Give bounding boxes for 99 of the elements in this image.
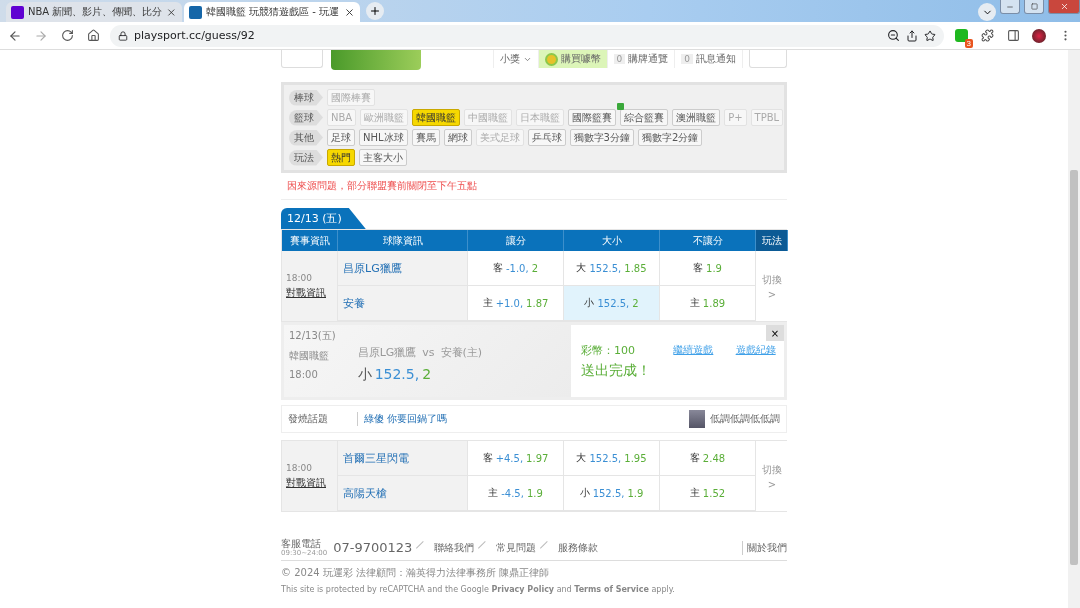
count-badge: 0 (681, 54, 693, 64)
filter-chip[interactable]: 足球 (327, 129, 355, 146)
notice-text: 因來源問題，部分聯盟賽前關閉至下午五點 (281, 173, 787, 200)
team-name: 昌原LG獵鷹 (338, 251, 468, 286)
filter-chip[interactable]: 韓國職籃 (412, 109, 461, 126)
maximize-button[interactable] (1024, 0, 1044, 14)
chat-icon (954, 29, 968, 42)
status-message: 送出完成！ (581, 361, 652, 380)
category-label: 棒球 (289, 89, 323, 106)
odds-cell[interactable]: 小 152.5, 2 (564, 286, 660, 321)
phone-number: 07-9700123 (333, 540, 413, 555)
close-button[interactable]: × (766, 325, 784, 341)
puzzle-icon (980, 29, 994, 42)
copyright-text: © 2024 玩運彩 法律顧問：瀚英得力法律事務所 陳鼎正律師 (281, 566, 551, 580)
user-avatar (689, 410, 705, 428)
footer-link[interactable]: 服務條款 (558, 540, 599, 555)
ticket-date: 12/13(五) (289, 329, 336, 343)
bookmark-star-icon[interactable] (924, 29, 936, 42)
odds-cell[interactable]: 主 1.89 (660, 286, 756, 321)
close-icon[interactable] (344, 6, 355, 18)
coin-icon (544, 52, 558, 66)
topic-link[interactable]: 綠傻 你要回鍋了嗎 (364, 412, 448, 426)
odds-cell[interactable]: 客 2.48 (660, 441, 756, 476)
scrollbar[interactable] (1068, 50, 1080, 608)
column-header: 讓分 (468, 230, 564, 251)
column-header: 大小 (564, 230, 660, 251)
filter-chip[interactable]: 主客大小 (359, 149, 407, 166)
category-label: 其他 (289, 129, 323, 146)
address-bar[interactable]: playsport.cc/guess/92 (110, 24, 944, 47)
team-name: 首爾三星閃電 (338, 441, 468, 476)
filter-chip[interactable]: 網球 (443, 129, 472, 146)
close-icon[interactable] (166, 6, 177, 18)
team-name: 高陽天槍 (338, 476, 468, 511)
user-name: 低調低調低低調 (710, 412, 780, 426)
filter-chip[interactable]: 乒乓球 (527, 129, 566, 146)
bet-pick: 小 152.5, 2 (357, 366, 433, 384)
column-header: 玩法 (756, 230, 788, 251)
column-header: 球隊資訊 (338, 230, 468, 251)
side-panel-icon (1006, 29, 1020, 42)
odds-cell[interactable]: 主 1.52 (660, 476, 756, 511)
match-info-link[interactable]: 對戰資訊 (286, 475, 337, 490)
lock-icon (118, 30, 128, 41)
ticket-time: 18:00 (289, 369, 319, 380)
away-team: 昌原LG獵鷹 (357, 345, 417, 360)
recaptcha-text: This site is protected by reCAPTCHA and the Google Privacy Policy and Terms of Service apply. (281, 585, 676, 594)
footer-link[interactable]: 聯絡我們 (434, 540, 475, 555)
home-icon (86, 29, 100, 42)
team-name: 安養 (338, 286, 468, 321)
odds-cell[interactable]: 主 +1.0, 1.87 (468, 286, 564, 321)
new-tab-button[interactable] (366, 2, 384, 20)
arrow-left-icon (8, 28, 22, 43)
user-menu-item[interactable]: 購買噱幣 (538, 50, 608, 68)
notification-badge: 3 (964, 38, 973, 48)
ticket-league: 韓國職籃 (289, 349, 330, 363)
browser-tab[interactable]: 韓國職籃 玩競猜遊戲區 - 玩運 (184, 2, 360, 22)
footer-link[interactable]: 常見問題 (496, 540, 537, 555)
column-header: 不讓分 (660, 230, 756, 251)
match-time: 18:00 (286, 462, 313, 473)
column-header: 賽事資訊 (282, 230, 338, 251)
reload-icon (60, 29, 74, 42)
maximize-icon (1030, 3, 1038, 10)
footer-link[interactable]: 關於我們 (742, 540, 787, 555)
match-info-link[interactable]: 對戰資訊 (286, 285, 337, 300)
odds-cell[interactable]: 客 +4.5, 1.97 (468, 441, 564, 476)
extensions-button[interactable] (978, 26, 996, 45)
avatar-icon (1032, 28, 1046, 43)
match-time: 18:00 (286, 272, 313, 283)
coins-label: 彩幣：100 (581, 342, 636, 358)
filter-chip[interactable]: NHL冰球 (359, 129, 408, 146)
home-team: 安養(主) (440, 345, 483, 360)
filter-chip[interactable]: 獨數字3分鐘 (569, 129, 634, 146)
count-badge: 0 (613, 54, 626, 64)
category-label: 籃球 (289, 109, 323, 126)
browser-tab[interactable]: NBA 新聞、影片、傳聞、比分 (6, 2, 182, 22)
zoom-icon[interactable] (887, 29, 900, 42)
site-icon (189, 5, 202, 19)
filter-chip[interactable]: 賽馬 (411, 129, 440, 146)
filter-chip[interactable]: 獨數字2分鐘 (637, 129, 703, 146)
chat-extension-button[interactable]: 3 (952, 26, 970, 45)
category-label: 玩法 (289, 149, 323, 166)
topic-label: 發燒話題 (288, 412, 358, 426)
share-icon[interactable] (906, 29, 918, 42)
filter-chip[interactable]: 熱門 (327, 149, 355, 166)
phone-label: 客服電話 (281, 538, 321, 549)
site-icon (11, 5, 24, 19)
odds-cell[interactable]: 客 1.9 (660, 251, 756, 286)
plus-icon (369, 5, 381, 17)
odds-cell[interactable]: 小 152.5, 1.9 (564, 476, 660, 511)
odds-cell[interactable]: 主 -4.5, 1.9 (468, 476, 564, 511)
arrow-right-icon (34, 28, 48, 43)
close-icon (1059, 2, 1069, 11)
odds-cell[interactable]: 客 -1.0, 2 (468, 251, 564, 286)
filter-chip[interactable]: 國際籃賽 (568, 109, 617, 126)
odds-cell[interactable]: 大 152.5, 1.85 (564, 251, 660, 286)
filter-chip[interactable]: 綜合籃賽 (620, 109, 669, 126)
odds-cell[interactable]: 大 152.5, 1.95 (564, 441, 660, 476)
filter-chip[interactable]: 澳洲職籃 (672, 109, 721, 126)
versus-label: vs (422, 346, 435, 359)
minimize-button[interactable] (1000, 0, 1020, 14)
